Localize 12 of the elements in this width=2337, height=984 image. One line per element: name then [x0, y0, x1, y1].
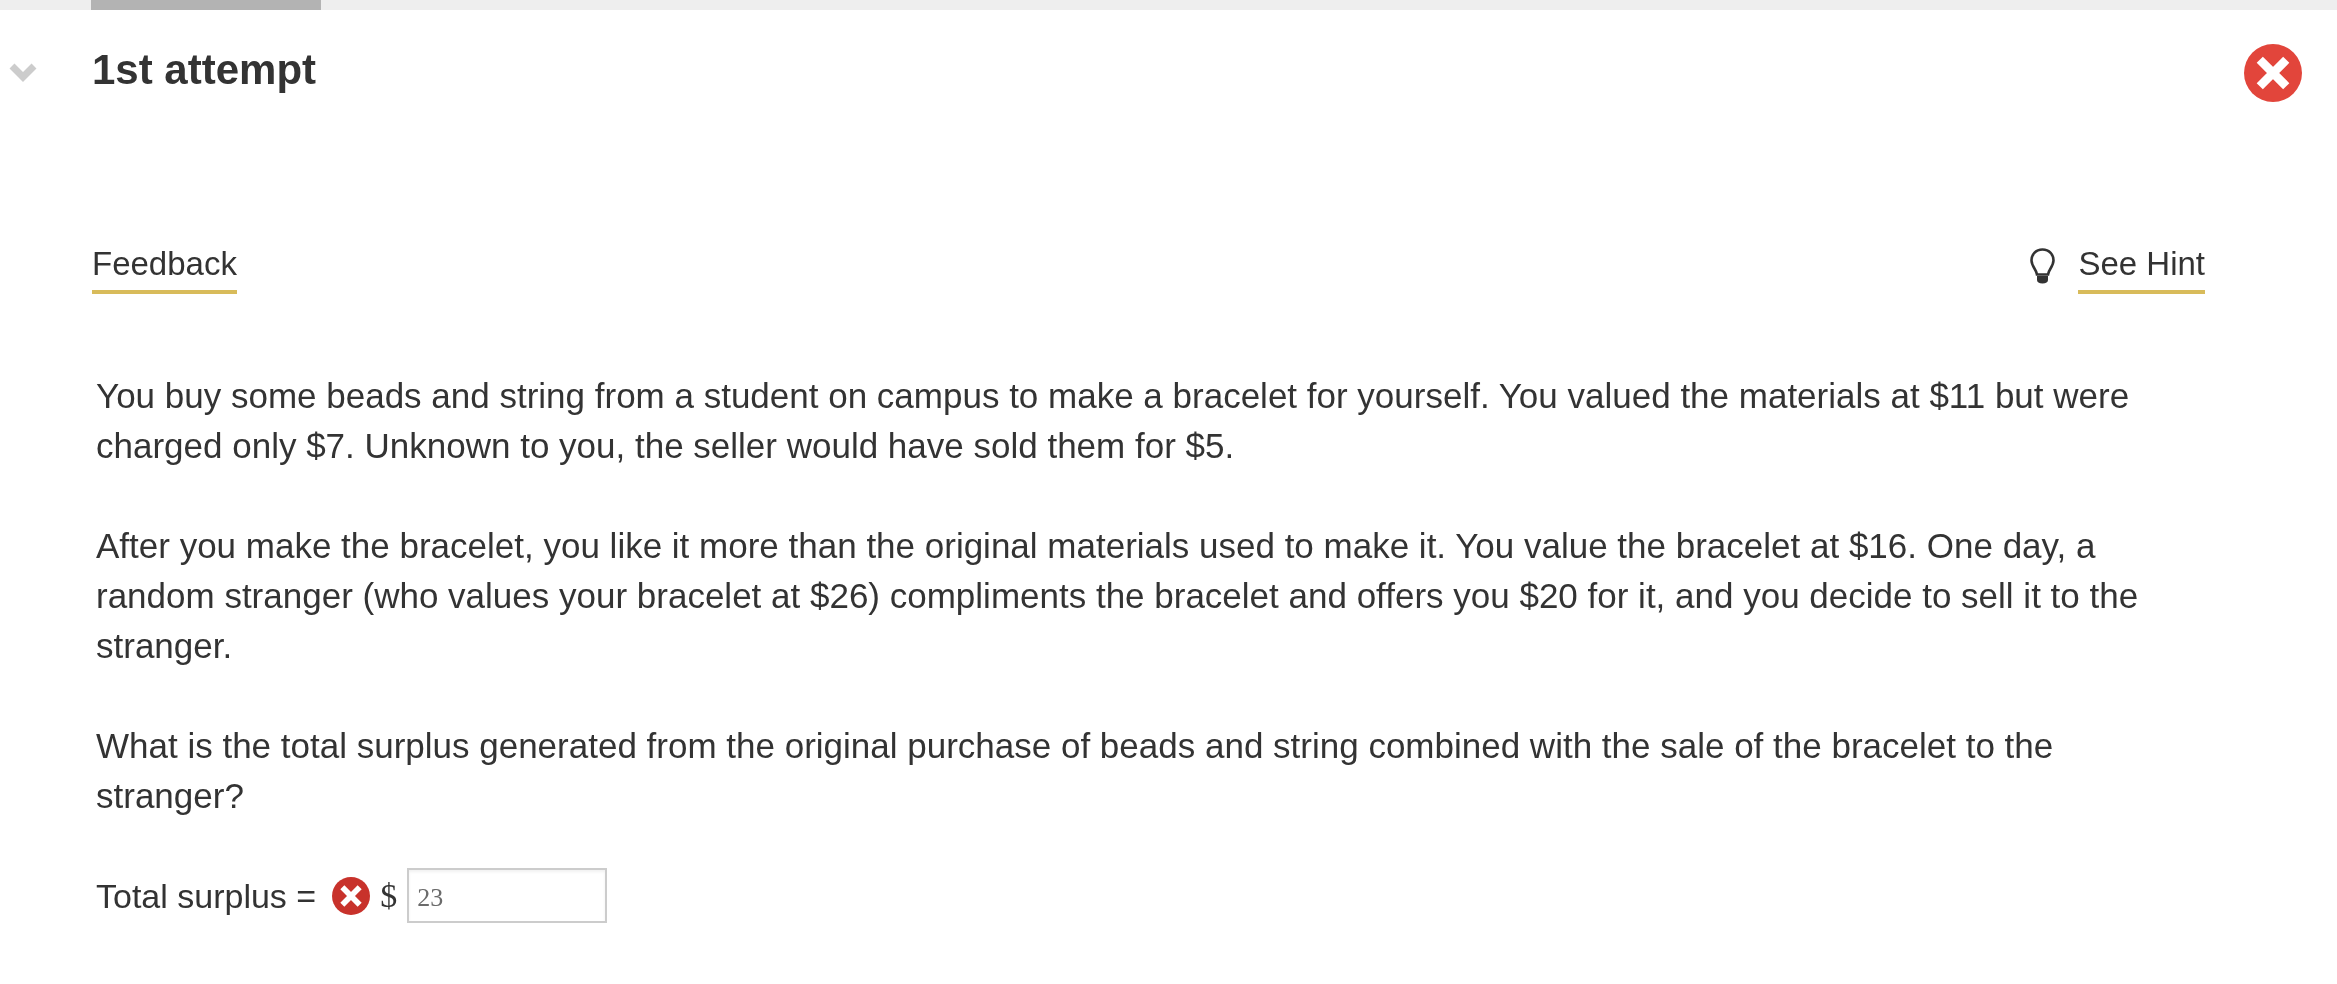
- attempt-title: 1st attempt: [92, 45, 318, 95]
- lightbulb-icon: [2029, 247, 2057, 285]
- question-paragraph: What is the total surplus generated from the original purchase of beads and string combined with the sale of the bracelet to the stranger?: [96, 725, 2055, 817]
- feedback-link[interactable]: Feedback: [92, 244, 237, 294]
- question-paragraph: After you make the bracelet, you like it more than the original materials used to make it. You value the bracelet at $16. One day, a random stranger (who values your bracelet at $26) compliments the bracelet and offers you $20 for it, and you decide to sell it to the stranger.: [96, 525, 2140, 667]
- currency-sign: $: [380, 876, 398, 915]
- scroll-thumb[interactable]: [91, 0, 321, 10]
- question-paragraph: You buy some beads and string from a student on campus to make a bracelet for yourself. You valued the materials at $11 but were charged only $7. Unknown to you, the seller would have sold them for $5.: [96, 375, 2131, 467]
- chevron-icon[interactable]: [8, 62, 38, 84]
- see-hint-link[interactable]: See Hint: [2078, 244, 2205, 294]
- answer-field[interactable]: 23: [407, 868, 608, 923]
- answer-label: Total surplus =: [96, 875, 317, 917]
